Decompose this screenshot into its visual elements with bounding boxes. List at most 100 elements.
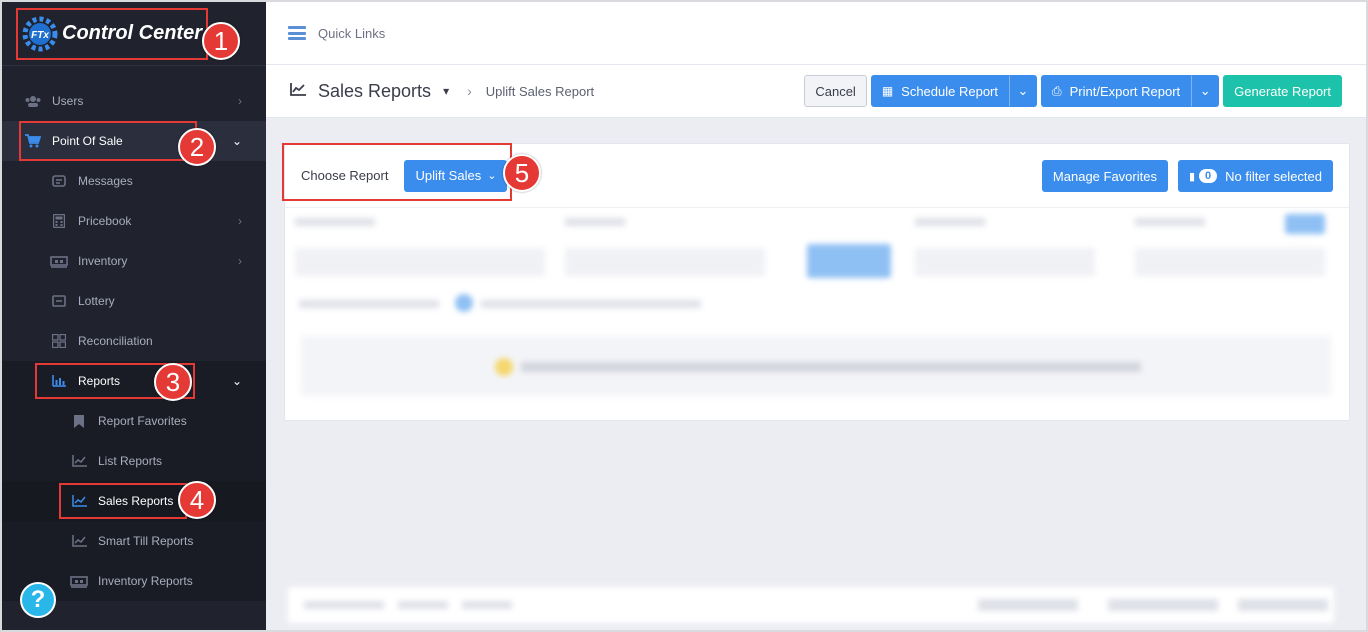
blurred-label	[1238, 599, 1328, 611]
quick-links-bar: Quick Links	[266, 2, 1366, 65]
chevron-right-icon: ›	[238, 254, 242, 268]
generate-report-button[interactable]: Generate Report	[1223, 75, 1342, 107]
blurred-label	[304, 601, 384, 609]
sidebar-item-label: Reconciliation	[78, 334, 153, 348]
question-icon: ?	[30, 586, 46, 613]
highlight-box	[59, 483, 187, 519]
grid-icon	[50, 334, 68, 348]
pallet-icon	[50, 254, 68, 268]
sidebar-item-report-favorites[interactable]: Report Favorites	[2, 401, 266, 441]
blurred-field	[295, 248, 545, 276]
blurred-notice-text	[521, 362, 1141, 372]
line-chart-icon	[70, 454, 88, 468]
blurred-label	[915, 218, 985, 226]
page-header: Sales Reports ▾ › Uplift Sales Report Ca…	[266, 65, 1366, 118]
annotation-badge: 1	[202, 22, 240, 60]
print-export-split: ⎙ Print/Export Report ⌄	[1041, 75, 1220, 107]
report-card: Choose Report Uplift Sales ⌄ Manage Favo…	[282, 143, 1350, 421]
schedule-report-label: Schedule Report	[901, 83, 998, 99]
page-title[interactable]: Sales Reports	[318, 81, 431, 102]
filter-icon: ▮	[1188, 170, 1196, 183]
blurred-button	[1285, 214, 1325, 234]
print-export-button[interactable]: ⎙ Print/Export Report	[1041, 75, 1192, 107]
chevron-down-icon: ⌄	[231, 134, 242, 148]
sidebar-item-smart-till-reports[interactable]: Smart Till Reports	[2, 521, 266, 561]
filter-count-badge: 0	[1199, 169, 1218, 183]
chevron-down-icon: ⌄	[1199, 83, 1211, 98]
chevron-down-icon: ⌄	[231, 374, 242, 388]
line-chart-icon	[70, 534, 88, 548]
ticket-icon	[50, 294, 68, 308]
filter-button[interactable]: ▮ 0 No filter selected	[1177, 160, 1333, 192]
blurred-field	[1135, 248, 1325, 276]
blurred-field	[915, 248, 1095, 276]
hamburger-menu-icon[interactable]	[288, 26, 306, 40]
sidebar-item-list-reports[interactable]: List Reports	[2, 441, 266, 481]
blurred-label	[565, 218, 625, 226]
chevron-right-icon: ›	[238, 94, 242, 108]
card-actions: Manage Favorites ▮ 0 No filter selected	[1041, 160, 1333, 192]
blurred-toggle	[455, 294, 473, 312]
blurred-field	[565, 248, 765, 276]
calendar-icon: ▦	[881, 84, 894, 98]
annotation-badge: 2	[178, 128, 216, 166]
blurred-warning-icon	[495, 358, 513, 376]
sidebar-item-pricebook[interactable]: Pricebook ›	[2, 201, 266, 241]
cancel-button[interactable]: Cancel	[804, 75, 867, 107]
sidebar-item-messages[interactable]: Messages	[2, 161, 266, 201]
logo-mark: FTx	[31, 30, 49, 41]
breadcrumb: Uplift Sales Report	[485, 83, 595, 99]
sidebar-item-label: Smart Till Reports	[98, 534, 194, 548]
highlight-box	[282, 143, 512, 201]
bookmark-icon	[70, 414, 88, 428]
logo[interactable]: FTx Control Center	[16, 7, 208, 60]
blurred-footer	[288, 587, 1334, 623]
schedule-report-button[interactable]: ▦ Schedule Report	[870, 75, 1009, 107]
blurred-label	[481, 300, 701, 308]
gear-logo-icon: FTx	[20, 14, 60, 54]
sidebar-item-label: Inventory Reports	[98, 574, 193, 588]
printer-icon: ⎙	[1052, 83, 1062, 98]
blurred-label	[978, 599, 1078, 611]
sidebar-item-label: List Reports	[98, 454, 163, 468]
pallet-icon	[70, 574, 88, 588]
manage-favorites-button[interactable]: Manage Favorites	[1041, 160, 1168, 192]
schedule-dropdown-button[interactable]: ⌄	[1009, 75, 1037, 107]
blurred-label	[299, 300, 439, 308]
sidebar-item-label: Inventory	[78, 254, 128, 268]
sidebar-item-label: Users	[52, 94, 84, 108]
schedule-report-split: ▦ Schedule Report ⌄	[870, 75, 1037, 107]
sidebar-item-label: Pricebook	[78, 214, 132, 228]
sidebar-item-label: Lottery	[78, 294, 115, 308]
print-dropdown-button[interactable]: ⌄	[1191, 75, 1220, 107]
chevron-down-icon[interactable]: ▾	[443, 84, 449, 98]
filter-label: No filter selected	[1225, 168, 1322, 184]
blurred-filter-area	[285, 208, 1349, 418]
line-chart-icon	[290, 83, 306, 99]
sidebar-item-users[interactable]: Users ›	[2, 81, 266, 121]
blurred-button	[807, 244, 891, 278]
sidebar-item-inventory[interactable]: Inventory ›	[2, 241, 266, 281]
toolbar: Cancel ▦ Schedule Report ⌄ ⎙ Print/Expor…	[804, 75, 1342, 107]
annotation-badge: 5	[503, 154, 541, 192]
sidebar-item-label: Messages	[78, 174, 133, 188]
annotation-badge: 4	[178, 481, 216, 519]
calculator-icon	[50, 214, 68, 228]
print-export-label: Print/Export Report	[1069, 83, 1181, 99]
quick-links-label[interactable]: Quick Links	[318, 26, 385, 41]
annotation-badge: 3	[154, 363, 192, 401]
breadcrumb-separator-icon: ›	[467, 83, 472, 99]
sidebar-item-reconciliation[interactable]: Reconciliation	[2, 321, 266, 361]
sidebar-item-lottery[interactable]: Lottery	[2, 281, 266, 321]
blurred-label	[295, 218, 375, 226]
blurred-label	[398, 601, 448, 609]
help-button[interactable]: ?	[20, 582, 56, 618]
sidebar-item-label: Report Favorites	[98, 414, 187, 428]
highlight-box	[19, 121, 197, 161]
message-icon	[50, 174, 68, 188]
blurred-label	[462, 601, 512, 609]
blurred-label	[1108, 599, 1218, 611]
chevron-down-icon: ⌄	[1017, 83, 1029, 98]
report-card-header: Choose Report Uplift Sales ⌄ Manage Favo…	[282, 143, 1349, 208]
sidebar: FTx Control Center Users › Point Of Sale…	[2, 2, 266, 630]
